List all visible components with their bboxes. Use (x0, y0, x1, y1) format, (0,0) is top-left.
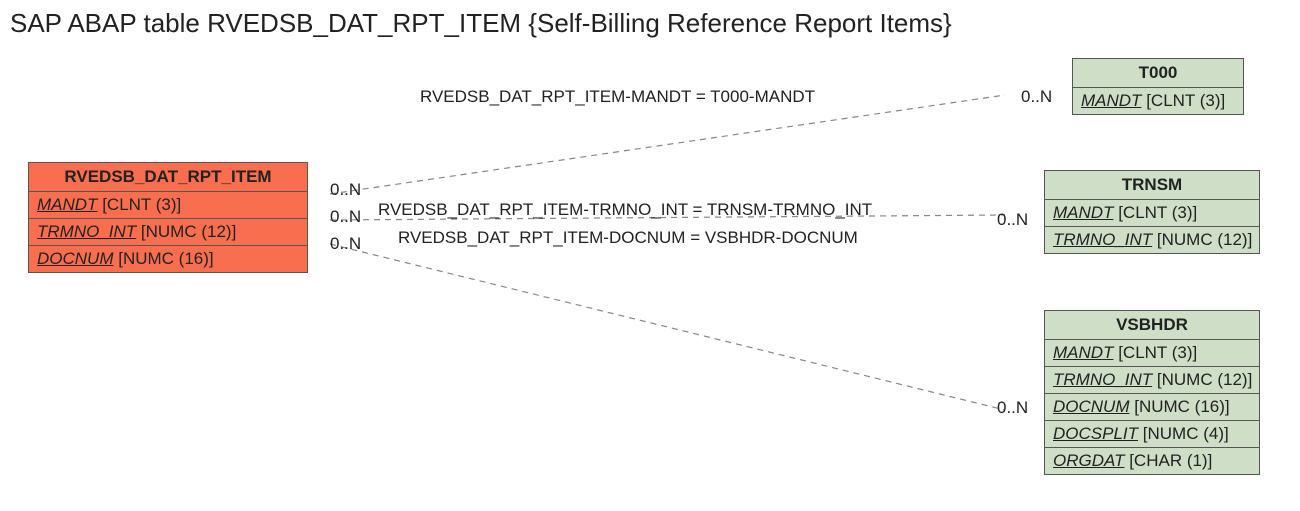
field-name: MANDT (37, 195, 97, 214)
field-type: [CLNT (3)] (1118, 203, 1197, 222)
field-name: DOCNUM (37, 249, 114, 268)
relation-label: RVEDSB_DAT_RPT_ITEM-MANDT = T000-MANDT (420, 87, 815, 107)
field-type: [NUMC (12)] (1157, 370, 1252, 389)
cardinality-right: 0..N (997, 210, 1028, 230)
field-name: MANDT (1081, 91, 1141, 110)
entity-field: DOCSPLIT [NUMC (4)] (1045, 421, 1259, 448)
entity-field: TRMNO_INT [NUMC (12)] (1045, 367, 1259, 394)
field-type: [NUMC (4)] (1143, 424, 1229, 443)
entity-main-header: RVEDSB_DAT_RPT_ITEM (29, 163, 307, 192)
field-name: DOCSPLIT (1053, 424, 1138, 443)
field-type: [NUMC (12)] (1157, 230, 1252, 249)
entity-field: TRMNO_INT [NUMC (12)] (29, 219, 307, 246)
cardinality-left: 0..N (330, 234, 361, 254)
entity-header: TRNSM (1045, 171, 1259, 200)
page-title: SAP ABAP table RVEDSB_DAT_RPT_ITEM {Self… (10, 8, 952, 39)
entity-trnsm: TRNSM MANDT [CLNT (3)] TRMNO_INT [NUMC (… (1044, 170, 1260, 254)
entity-vsbhdr: VSBHDR MANDT [CLNT (3)] TRMNO_INT [NUMC … (1044, 310, 1260, 475)
field-type: [CLNT (3)] (102, 195, 181, 214)
entity-field: MANDT [CLNT (3)] (1045, 340, 1259, 367)
entity-field: DOCNUM [NUMC (16)] (1045, 394, 1259, 421)
field-type: [CLNT (3)] (1146, 91, 1225, 110)
field-type: [NUMC (12)] (141, 222, 236, 241)
entity-main: RVEDSB_DAT_RPT_ITEM MANDT [CLNT (3)] TRM… (28, 162, 308, 273)
entity-field: TRMNO_INT [NUMC (12)] (1045, 227, 1259, 253)
field-name: TRMNO_INT (1053, 230, 1152, 249)
entity-header: T000 (1073, 59, 1243, 88)
entity-field: DOCNUM [NUMC (16)] (29, 246, 307, 272)
relation-label: RVEDSB_DAT_RPT_ITEM-DOCNUM = VSBHDR-DOCN… (398, 228, 858, 248)
cardinality-left: 0..N (330, 207, 361, 227)
entity-field: MANDT [CLNT (3)] (1045, 200, 1259, 227)
field-type: [CLNT (3)] (1118, 343, 1197, 362)
entity-field: MANDT [CLNT (3)] (29, 192, 307, 219)
field-type: [CHAR (1)] (1129, 451, 1212, 470)
field-type: [NUMC (16)] (118, 249, 213, 268)
cardinality-left: 0..N (330, 180, 361, 200)
field-name: TRMNO_INT (1053, 370, 1152, 389)
field-name: DOCNUM (1053, 397, 1130, 416)
cardinality-right: 0..N (1021, 87, 1052, 107)
relation-label: RVEDSB_DAT_RPT_ITEM-TRMNO_INT = TRNSM-TR… (378, 200, 872, 220)
entity-field: MANDT [CLNT (3)] (1073, 88, 1243, 114)
entity-t000: T000 MANDT [CLNT (3)] (1072, 58, 1244, 115)
entity-field: ORGDAT [CHAR (1)] (1045, 448, 1259, 474)
field-name: TRMNO_INT (37, 222, 136, 241)
entity-header: VSBHDR (1045, 311, 1259, 340)
field-name: ORGDAT (1053, 451, 1124, 470)
cardinality-right: 0..N (997, 398, 1028, 418)
field-type: [NUMC (16)] (1134, 397, 1229, 416)
field-name: MANDT (1053, 203, 1113, 222)
field-name: MANDT (1053, 343, 1113, 362)
